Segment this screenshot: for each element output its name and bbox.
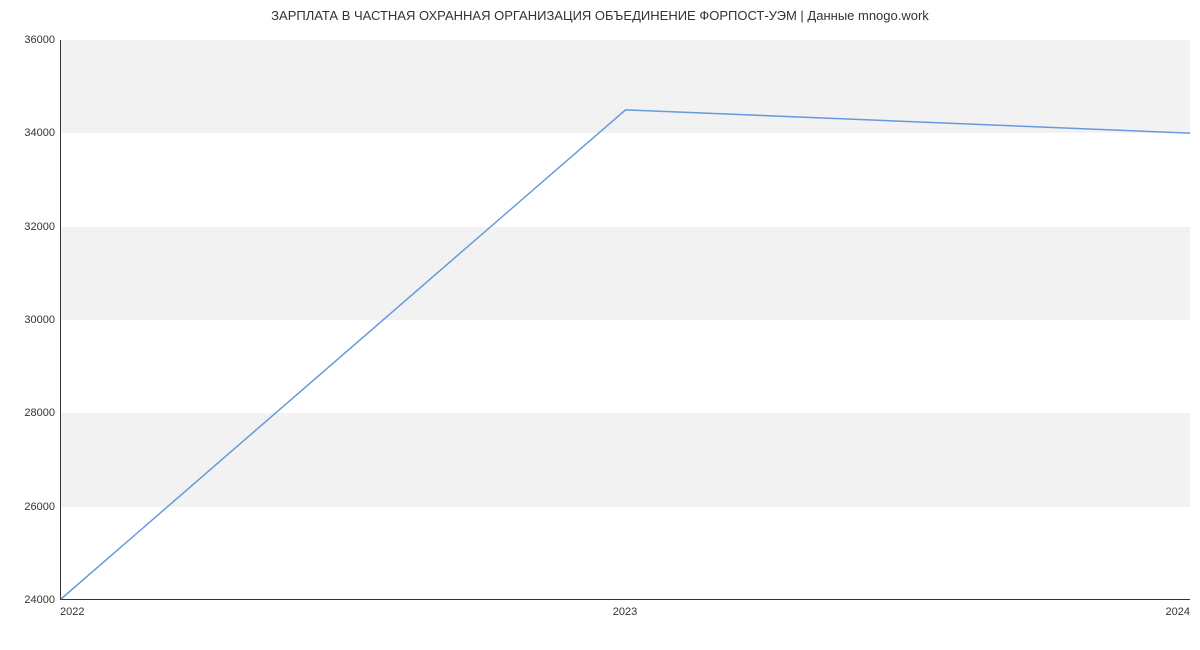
- x-axis-tick-label: 2023: [613, 606, 637, 618]
- x-axis-tick-label: 2022: [60, 606, 84, 618]
- y-axis-tick-label: 36000: [15, 34, 55, 46]
- y-axis-tick-label: 24000: [15, 594, 55, 606]
- y-axis-tick-label: 34000: [15, 127, 55, 139]
- y-axis-tick-label: 28000: [15, 407, 55, 419]
- data-line: [61, 110, 1190, 599]
- line-chart-svg: [61, 40, 1190, 599]
- y-axis-tick-label: 32000: [15, 221, 55, 233]
- chart-title: ЗАРПЛАТА В ЧАСТНАЯ ОХРАННАЯ ОРГАНИЗАЦИЯ …: [0, 0, 1200, 23]
- x-axis-tick-label: 2024: [1166, 606, 1190, 618]
- chart-container: 24000260002800030000320003400036000 2022…: [60, 40, 1190, 600]
- plot-area: [60, 40, 1190, 600]
- y-axis-tick-label: 30000: [15, 314, 55, 326]
- y-axis-tick-label: 26000: [15, 501, 55, 513]
